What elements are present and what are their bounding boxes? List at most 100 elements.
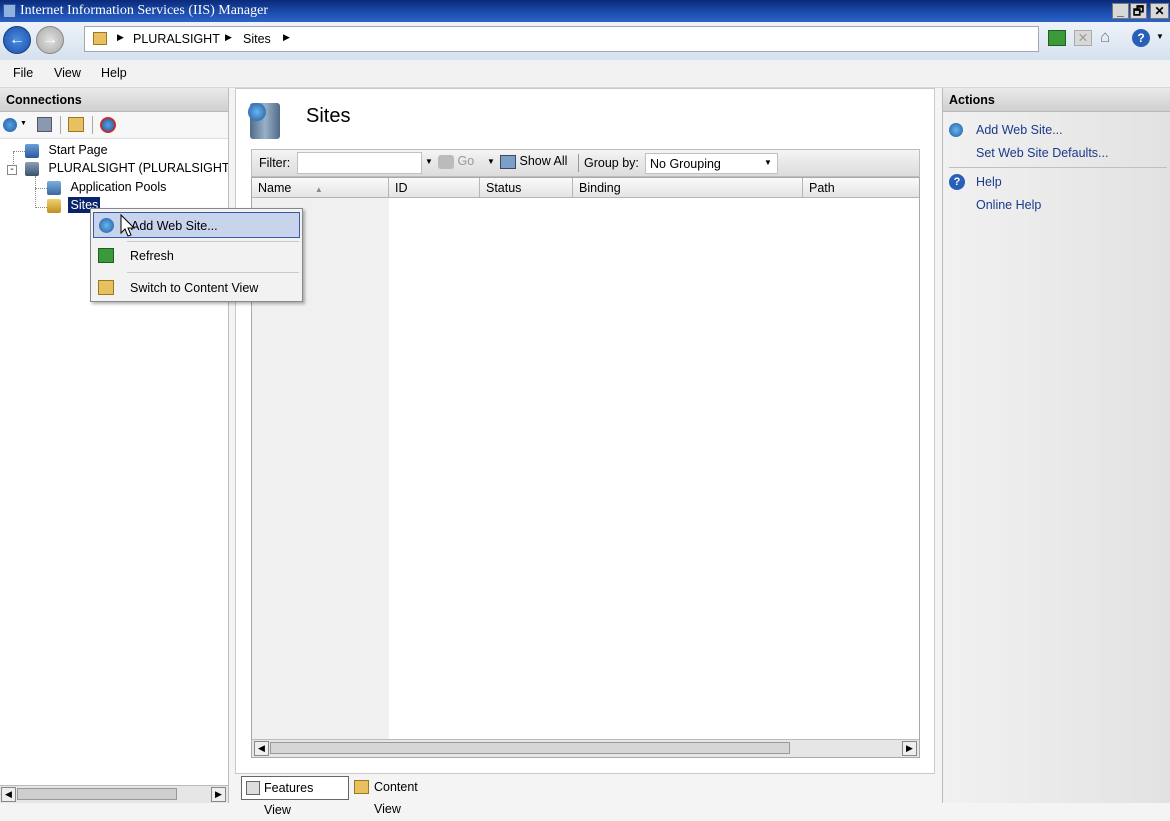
group-by-select[interactable]: No Grouping ▼ bbox=[645, 153, 778, 174]
tree-line bbox=[35, 176, 37, 208]
column-header-status[interactable]: Status bbox=[480, 178, 573, 198]
connect-globe-icon[interactable] bbox=[3, 118, 17, 132]
address-box[interactable]: ▶ PLURALSIGHT ▶ Sites ▶ bbox=[84, 26, 1039, 52]
collapse-toggle-icon[interactable]: - bbox=[7, 165, 17, 175]
close-button[interactable]: ✕ bbox=[1150, 3, 1169, 19]
restore-button[interactable]: 🗗 bbox=[1130, 3, 1147, 19]
tab-label: Content View bbox=[374, 780, 418, 816]
tree-line bbox=[13, 151, 25, 153]
action-help[interactable]: Help bbox=[976, 175, 1002, 189]
features-view-icon bbox=[246, 781, 260, 795]
go-label: Go bbox=[457, 154, 475, 168]
breadcrumb-arrow-icon: ▶ bbox=[117, 32, 124, 42]
tree-item-server[interactable]: PLURALSIGHT (PLURALSIGHT\sc bbox=[25, 161, 228, 176]
context-separator bbox=[127, 241, 299, 242]
mouse-cursor-icon bbox=[120, 214, 136, 237]
scroll-left-icon[interactable]: ◀ bbox=[1, 787, 16, 802]
go-dropdown-icon[interactable]: ▼ bbox=[487, 157, 495, 166]
refresh-icon bbox=[98, 248, 114, 263]
context-item-label: Add Web Site... bbox=[131, 219, 218, 233]
connections-hscroll[interactable]: ◀ ▶ bbox=[0, 785, 228, 803]
disconnect-icon[interactable] bbox=[100, 117, 116, 133]
filter-divider bbox=[578, 154, 579, 172]
menu-help[interactable]: Help bbox=[101, 66, 127, 80]
column-label: Name bbox=[258, 181, 292, 195]
save-icon[interactable] bbox=[37, 117, 52, 132]
column-header-path[interactable]: Path bbox=[803, 178, 919, 198]
add-web-site-icon bbox=[949, 123, 963, 137]
breadcrumb-arrow-icon[interactable]: ▶ bbox=[283, 32, 290, 43]
show-all-label: Show All bbox=[519, 154, 568, 168]
tree-label-start-page: Start Page bbox=[48, 143, 108, 157]
grid-hscroll[interactable]: ◀ ▶ bbox=[252, 739, 919, 757]
filter-label: Filter: bbox=[259, 156, 291, 170]
tab-label: Features View bbox=[264, 781, 314, 817]
action-online-help[interactable]: Online Help bbox=[976, 198, 1041, 212]
sites-header-globe-icon bbox=[248, 103, 266, 121]
context-item-refresh[interactable]: Refresh bbox=[93, 243, 300, 269]
scroll-thumb[interactable] bbox=[17, 788, 177, 800]
show-all-icon bbox=[500, 154, 516, 169]
content-view-icon bbox=[98, 280, 114, 295]
column-header-id[interactable]: ID bbox=[389, 178, 480, 198]
title-bar: Internet Information Services (IIS) Mana… bbox=[0, 0, 1170, 22]
help-icon[interactable]: ? bbox=[1132, 29, 1150, 47]
tab-features-view[interactable]: Features View bbox=[241, 776, 349, 817]
filter-input[interactable] bbox=[297, 152, 422, 174]
scroll-thumb[interactable] bbox=[270, 742, 790, 754]
sites-folder-icon bbox=[93, 32, 107, 45]
tree-label-server: PLURALSIGHT (PLURALSIGHT\sc bbox=[48, 161, 228, 175]
connections-toolbar: ▼ bbox=[0, 112, 228, 139]
breadcrumb-arrow-icon: ▶ bbox=[225, 32, 232, 42]
menu-file[interactable]: File bbox=[13, 66, 33, 80]
toolbar-divider bbox=[92, 116, 93, 134]
address-bar: ← → ▶ PLURALSIGHT ▶ Sites ▶ ✕ ⌂ ? ▼ bbox=[0, 22, 1170, 60]
action-set-web-site-defaults[interactable]: Set Web Site Defaults... bbox=[976, 146, 1108, 160]
menu-bar: File View Help bbox=[0, 60, 1170, 88]
breadcrumb-server[interactable]: PLURALSIGHT bbox=[133, 32, 220, 46]
binoculars-icon bbox=[438, 154, 454, 169]
tree-item-application-pools[interactable]: Application Pools bbox=[47, 180, 166, 195]
tree-item-start-page[interactable]: Start Page bbox=[25, 143, 108, 158]
back-button[interactable]: ← bbox=[3, 26, 31, 54]
actions-divider bbox=[949, 167, 1167, 168]
group-by-value: No Grouping bbox=[650, 157, 721, 171]
show-all-button[interactable]: Show All bbox=[500, 154, 567, 169]
breadcrumb-sites[interactable]: Sites bbox=[243, 32, 271, 46]
filter-dropdown-icon[interactable]: ▼ bbox=[425, 157, 433, 166]
context-item-label: Switch to Content View bbox=[130, 281, 259, 295]
menu-view[interactable]: View bbox=[54, 66, 81, 80]
scroll-right-icon[interactable]: ▶ bbox=[902, 741, 917, 756]
add-web-site-icon bbox=[99, 218, 114, 233]
sort-ascending-icon: ▲ bbox=[314, 185, 323, 194]
context-item-switch-to-content-view[interactable]: Switch to Content View bbox=[93, 275, 300, 301]
forward-arrow-icon: → bbox=[42, 31, 58, 48]
help-dropdown-icon[interactable]: ▼ bbox=[1156, 32, 1164, 41]
sites-folder-icon bbox=[47, 198, 61, 213]
go-button[interactable]: Go bbox=[438, 154, 474, 169]
home-icon[interactable]: ⌂ bbox=[1100, 28, 1118, 46]
actions-header: Actions bbox=[943, 88, 1170, 112]
up-folder-icon[interactable] bbox=[68, 117, 84, 132]
chevron-down-icon: ▼ bbox=[764, 158, 772, 167]
refresh-icon[interactable] bbox=[1048, 30, 1066, 46]
column-header-name[interactable]: Name ▲ bbox=[252, 178, 389, 198]
server-icon bbox=[25, 161, 39, 176]
forward-button[interactable]: → bbox=[36, 26, 64, 54]
scroll-right-icon[interactable]: ▶ bbox=[211, 787, 226, 802]
actions-pane: Actions Add Web Site... Set Web Site Def… bbox=[942, 88, 1170, 803]
help-icon: ? bbox=[949, 174, 965, 190]
group-by-label: Group by: bbox=[584, 156, 639, 170]
context-separator bbox=[127, 272, 299, 273]
tree-label-application-pools: Application Pools bbox=[70, 180, 167, 194]
scroll-left-icon[interactable]: ◀ bbox=[254, 741, 269, 756]
toolbar-divider bbox=[60, 116, 61, 134]
stop-icon[interactable]: ✕ bbox=[1074, 30, 1092, 46]
minimize-button[interactable]: _ bbox=[1112, 3, 1129, 19]
column-header-binding[interactable]: Binding bbox=[573, 178, 803, 198]
connect-dropdown-icon[interactable]: ▼ bbox=[20, 120, 27, 127]
tab-content-view[interactable]: Content View bbox=[352, 776, 452, 816]
filter-bar: Filter: ▼ Go ▼ Show All Group by: No Gro… bbox=[251, 149, 920, 177]
action-add-web-site[interactable]: Add Web Site... bbox=[976, 123, 1063, 137]
application-pools-icon bbox=[47, 180, 61, 195]
